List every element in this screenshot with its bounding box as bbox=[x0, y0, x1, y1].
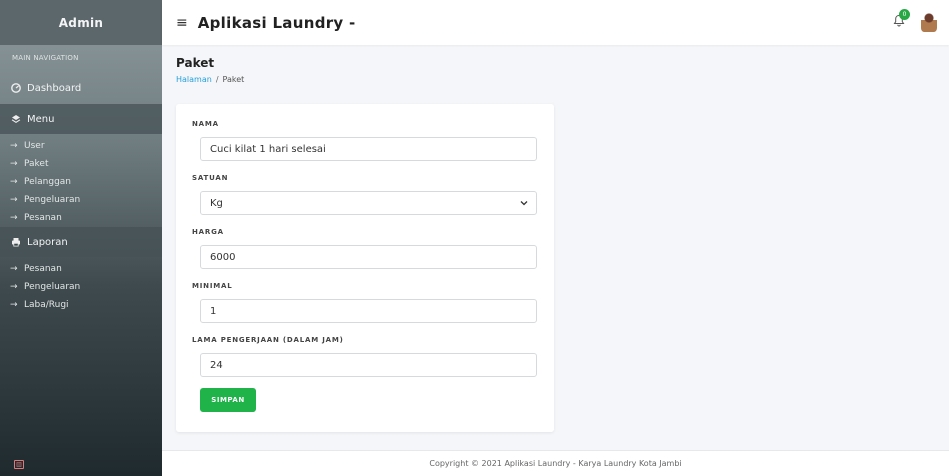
sidebar-item-laporan-pengeluaran[interactable]: → Pengeluaran bbox=[0, 278, 162, 296]
harga-label: HARGA bbox=[192, 228, 224, 236]
page-title: Paket bbox=[176, 56, 215, 70]
arrow-right-icon: → bbox=[10, 300, 18, 310]
sidebar-item-laporan-pesanan[interactable]: → Pesanan bbox=[0, 260, 162, 278]
arrow-right-icon: → bbox=[10, 195, 18, 205]
top-navbar: ≡ Aplikasi Laundry - 0 bbox=[162, 0, 949, 45]
paket-form-card: NAMA Cuci kilat 1 hari selesai SATUAN Kg… bbox=[176, 104, 554, 432]
satuan-select[interactable]: Kg bbox=[200, 191, 537, 215]
sidebar-section-label: Menu bbox=[27, 113, 55, 125]
sidebar-item-label: Dashboard bbox=[27, 82, 82, 94]
nav-header: MAIN NAVIGATION bbox=[12, 54, 79, 62]
nama-input[interactable]: Cuci kilat 1 hari selesai bbox=[200, 137, 537, 161]
arrow-right-icon: → bbox=[10, 141, 18, 151]
sidebar-item-pelanggan[interactable]: → Pelanggan bbox=[0, 173, 162, 191]
form-group-lama-pengerjaan: LAMA PENGERJAAN (DALAM JAM) 24 bbox=[192, 336, 537, 377]
breadcrumb-separator: / bbox=[215, 75, 219, 84]
avatar[interactable] bbox=[921, 12, 937, 32]
sidebar-item-label: Laba/Rugi bbox=[24, 300, 69, 310]
hamburger-icon[interactable]: ≡ bbox=[176, 15, 188, 31]
lama-pengerjaan-label: LAMA PENGERJAAN (DALAM JAM) bbox=[192, 336, 344, 344]
satuan-selected-value: Kg bbox=[210, 197, 223, 209]
chevron-down-icon bbox=[520, 199, 528, 208]
minimal-input[interactable]: 1 bbox=[200, 299, 537, 323]
sidebar-item-label: Pesanan bbox=[24, 264, 62, 274]
breadcrumb-home-link[interactable]: Halaman bbox=[176, 75, 212, 84]
sidebar-item-dashboard[interactable]: Dashboard bbox=[0, 72, 162, 104]
arrow-right-icon: → bbox=[10, 159, 18, 169]
printer-icon bbox=[11, 237, 27, 247]
form-group-harga: HARGA 6000 bbox=[192, 228, 537, 269]
dashboard-icon bbox=[11, 83, 27, 93]
sidebar-section-label: Laporan bbox=[27, 236, 68, 248]
sidebar-item-user[interactable]: → User bbox=[0, 137, 162, 155]
sidebar-item-label: Paket bbox=[24, 159, 49, 169]
copyright-text: Copyright © 2021 Aplikasi Laundry - Kary… bbox=[429, 459, 682, 468]
sidebar-item-label: Pesanan bbox=[24, 213, 62, 223]
arrow-right-icon: → bbox=[10, 177, 18, 187]
nama-label: NAMA bbox=[192, 120, 219, 128]
breadcrumb: Halaman / Paket bbox=[176, 75, 244, 84]
form-group-nama: NAMA Cuci kilat 1 hari selesai bbox=[192, 120, 537, 161]
footer: Copyright © 2021 Aplikasi Laundry - Kary… bbox=[162, 450, 949, 476]
satuan-label: SATUAN bbox=[192, 174, 229, 182]
notification-badge: 0 bbox=[899, 9, 910, 20]
sidebar: Admin MAIN NAVIGATION Dashboard Menu → U… bbox=[0, 0, 162, 476]
arrow-right-icon: → bbox=[10, 264, 18, 274]
app-title: Aplikasi Laundry - bbox=[197, 13, 356, 32]
page-header: Paket Halaman / Paket bbox=[176, 56, 244, 84]
simpan-button[interactable]: SIMPAN bbox=[200, 388, 256, 412]
sidebar-item-pesanan[interactable]: → Pesanan bbox=[0, 209, 162, 227]
layers-icon bbox=[11, 114, 27, 124]
lama-pengerjaan-input[interactable]: 24 bbox=[200, 353, 537, 377]
sidebar-item-paket[interactable]: → Paket bbox=[0, 155, 162, 173]
form-group-satuan: SATUAN Kg bbox=[192, 174, 537, 215]
sidebar-brand[interactable]: Admin bbox=[0, 0, 162, 45]
sidebar-section-laporan[interactable]: Laporan bbox=[0, 227, 162, 257]
sidebar-section-menu[interactable]: Menu bbox=[0, 104, 162, 134]
minimal-label: MINIMAL bbox=[192, 282, 233, 290]
harga-input[interactable]: 6000 bbox=[200, 245, 537, 269]
sidebar-item-label: Pengeluaran bbox=[24, 282, 81, 292]
sidebar-item-label: Pelanggan bbox=[24, 177, 72, 187]
sidebar-item-label: User bbox=[24, 141, 45, 151]
sidebar-item-label: Pengeluaran bbox=[24, 195, 81, 205]
sidebar-item-pengeluaran[interactable]: → Pengeluaran bbox=[0, 191, 162, 209]
sidebar-item-laba-rugi[interactable]: → Laba/Rugi bbox=[0, 296, 162, 314]
arrow-right-icon: → bbox=[10, 213, 18, 223]
arrow-right-icon: → bbox=[10, 282, 18, 292]
breadcrumb-current: Paket bbox=[222, 75, 245, 84]
app-tile-icon: ▥ bbox=[14, 460, 24, 469]
form-group-minimal: MINIMAL 1 bbox=[192, 282, 537, 323]
